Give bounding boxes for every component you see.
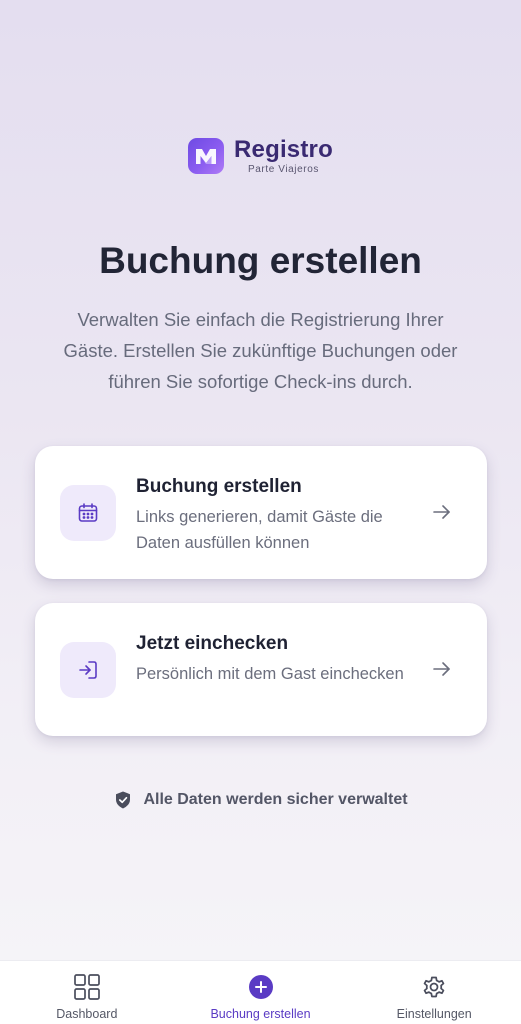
card-description: Links generieren, damit Gäste die Daten … [136, 508, 383, 552]
shield-check-icon [116, 791, 131, 809]
arrow-right-icon [433, 505, 450, 519]
create-booking-card[interactable]: Buchung erstellen Links generieren, dami… [35, 446, 487, 579]
nav-create-booking[interactable]: Buchung erstellen [174, 961, 348, 1024]
nav-settings[interactable]: Einstellungen [347, 961, 521, 1024]
nav-dashboard[interactable]: Dashboard [0, 961, 174, 1024]
brand-logo: Registro Parte Viajeros [188, 137, 333, 175]
brand-name: Registro [234, 136, 333, 163]
check-in-icon [60, 642, 116, 698]
arrow-right-icon [433, 662, 450, 676]
card-title: Buchung erstellen [136, 476, 302, 497]
security-note: Alle Daten werden sicher verwaltet [0, 790, 521, 810]
grid-icon [73, 973, 101, 1001]
card-description: Persönlich mit dem Gast einchecken [136, 665, 404, 683]
brand-tagline: Parte Viajeros [247, 164, 319, 175]
page-description: Verwalten Sie einfach die Registrierung … [63, 309, 458, 392]
logo-mark-icon [188, 138, 224, 174]
gear-icon [420, 973, 448, 1001]
nav-label: Einstellungen [396, 1007, 472, 1021]
card-title: Jetzt einchecken [136, 633, 289, 654]
page-title: Buchung erstellen [99, 240, 422, 281]
check-in-now-card[interactable]: Jetzt einchecken Persönlich mit dem Gast… [35, 603, 487, 736]
nav-label: Buchung erstellen [210, 1007, 311, 1021]
nav-label: Dashboard [56, 1007, 118, 1021]
security-note-text: Alle Daten werden sicher verwaltet [143, 791, 408, 808]
bottom-navigation: Dashboard Buchung erstellen Einstellunge… [0, 960, 521, 1024]
calendar-icon [60, 485, 116, 541]
plus-circle-icon [248, 973, 273, 1001]
